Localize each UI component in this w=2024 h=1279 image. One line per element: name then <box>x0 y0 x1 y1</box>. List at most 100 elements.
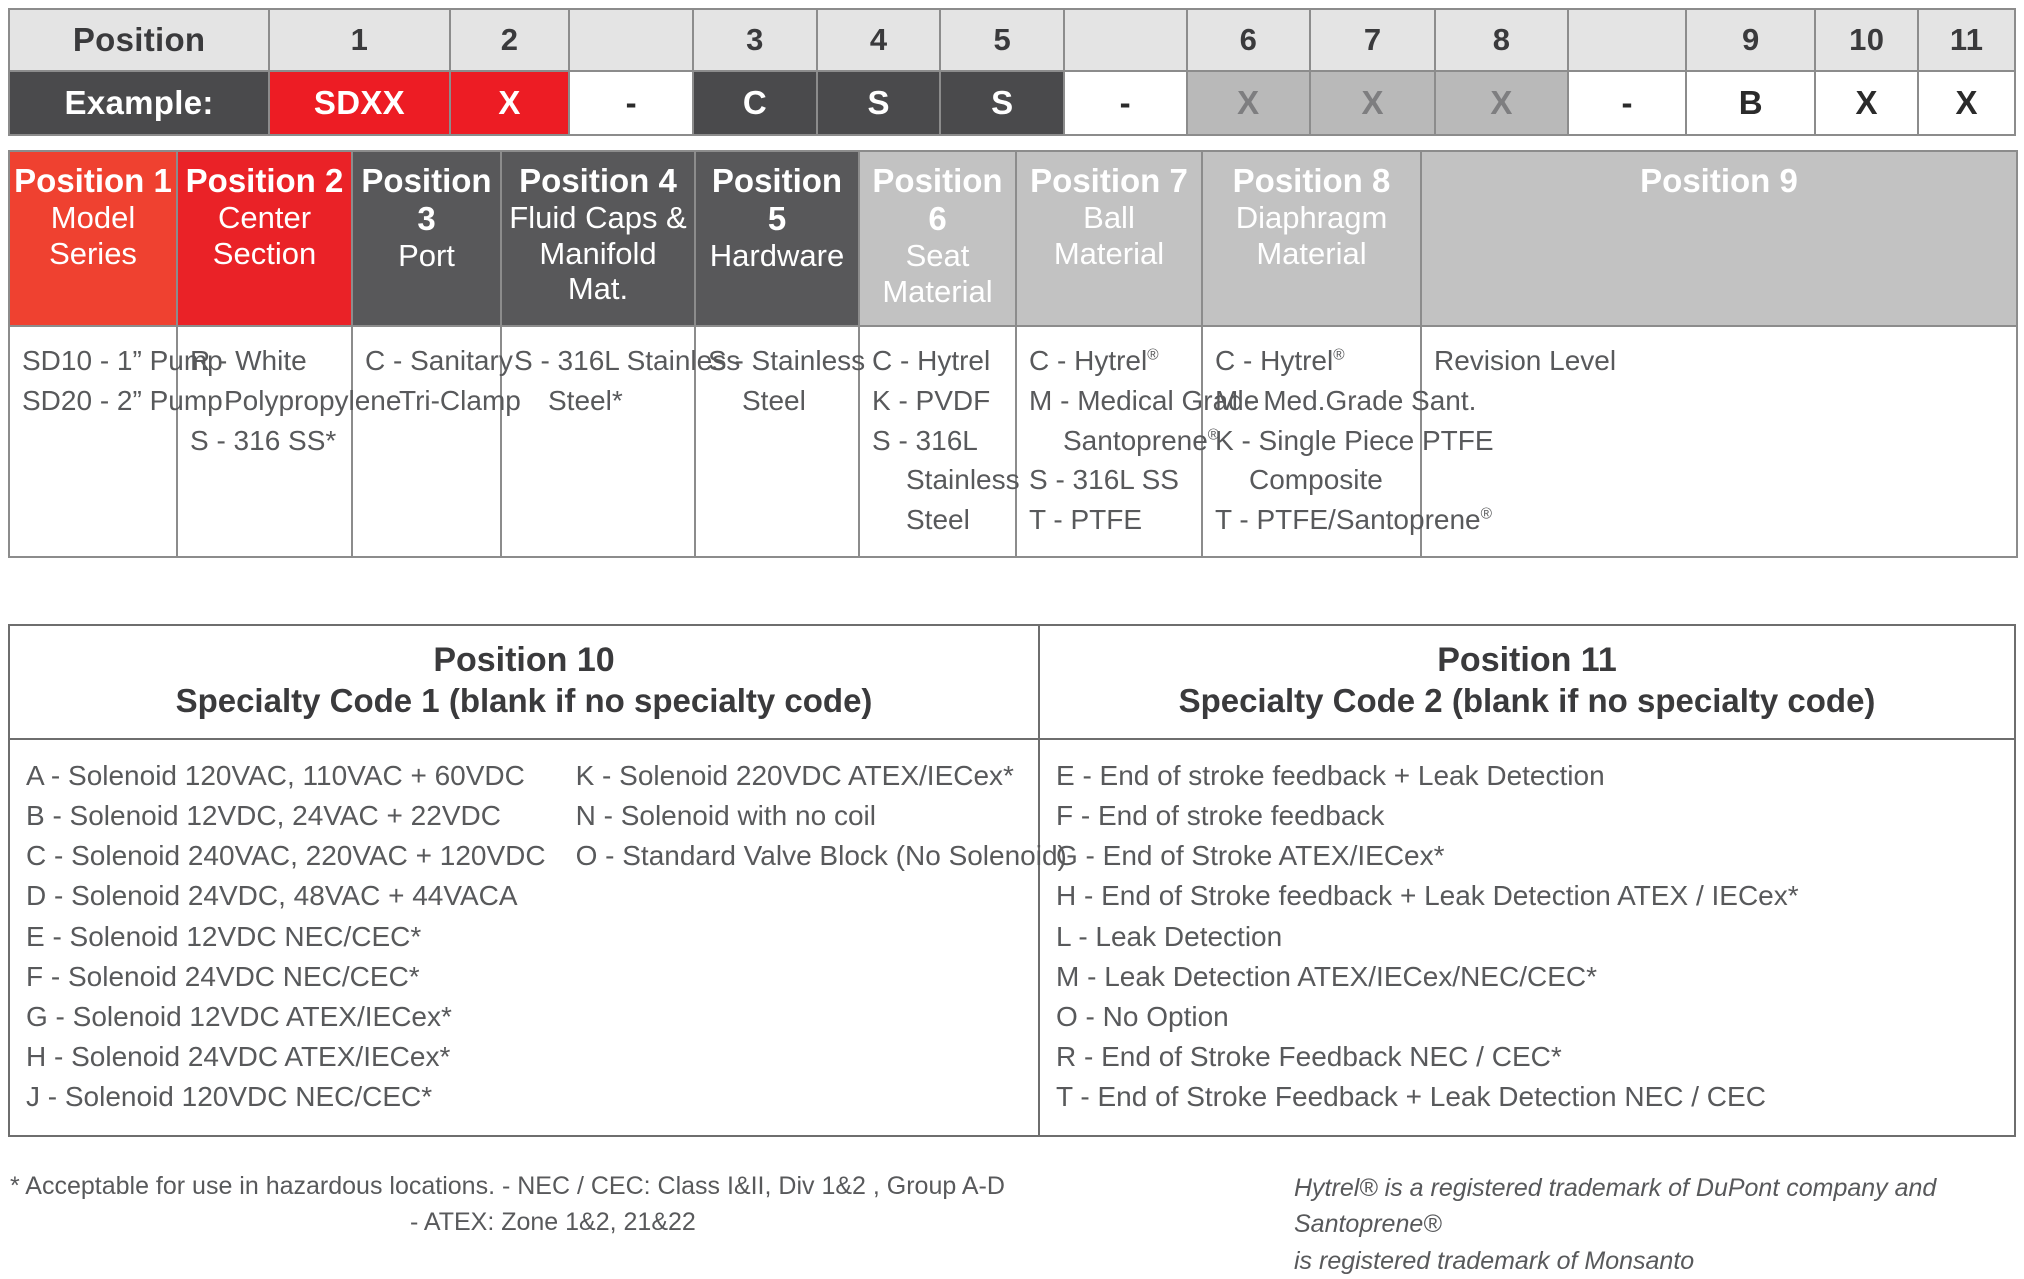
position-option-cell: R - White Polypropylene S - 316 SS* <box>176 325 401 558</box>
position-number-cell: 8 <box>1434 8 1569 72</box>
specialty-code-1-item: E - Solenoid 12VDC NEC/CEC* <box>26 920 422 952</box>
position-header-cell: Position 8 Diaphragm Material <box>1201 149 1422 328</box>
specialty-code-2-item: F - End of stroke feedback <box>1056 800 1385 832</box>
position-header-title: Position 5 <box>711 162 843 237</box>
position-header-cell: Position 6 Seat Material <box>858 149 1017 328</box>
example-code-cell: X <box>1309 70 1437 136</box>
specialty-code-1-item: A - Solenoid 120VAC, 110VAC + 60VDC <box>26 760 525 792</box>
position-header-subtitle: Section <box>212 235 317 271</box>
position-number-cell <box>568 8 695 72</box>
option-line: SD20 - 2” Pump <box>22 384 223 416</box>
position-option-cell: SD10 - 1” Pump SD20 - 2” Pump <box>8 325 223 558</box>
example-code-cell: S <box>939 70 1066 136</box>
position-number-cell <box>1063 8 1188 72</box>
option-line: Revision Level <box>1434 345 1617 377</box>
option-line: M - Medical Grade <box>1029 384 1260 416</box>
option-line: S - 316L SS <box>1029 464 1179 496</box>
position-number-cell <box>1566 8 1688 72</box>
position-header-cell: Position 5 Hardware <box>694 149 860 328</box>
example-row-label: Example: <box>7 70 271 136</box>
position-header-subtitle: Model <box>50 199 136 235</box>
option-line: M - Med.Grade Sant. <box>1215 384 1477 416</box>
option-line: S - 316L Stainless <box>514 345 741 377</box>
option-line: K - PVDF <box>872 384 991 416</box>
position-header-title: Position 6 <box>872 162 1003 237</box>
position-header-subtitle: Material <box>882 273 993 309</box>
specialty-code-1-item: N - Solenoid with no coil <box>575 800 876 832</box>
example-code-row: Example: SDXX X - C S S - X X X - B X X <box>7 70 2016 136</box>
position-header-row: Position 1 Model Series Position 2 Center Sec… <box>8 149 2018 328</box>
specialty-code-2-item: O - No Option <box>1056 1000 1229 1032</box>
position-number-row: Position 1 2 3 4 5 6 7 8 9 10 11 <box>7 8 2016 72</box>
position-header-cell: Position 7 Ball Material <box>1015 149 1203 328</box>
option-line: Steel <box>742 384 806 416</box>
position-number-cell: 3 <box>692 8 818 72</box>
position-options-row: SD10 - 1” Pump SD20 - 2” Pump R - White Pol… <box>8 325 2018 558</box>
position-row-label: Position <box>7 8 271 72</box>
position-header-title: Position 8 <box>1232 162 1391 199</box>
trademark-line-1: Hytrel® is a registered trademark of DuP… <box>1294 1174 1937 1239</box>
position-10-column-a: A - Solenoid 120VAC, 110VAC + 60VDC B - S… <box>26 756 546 1116</box>
position-11-options: E - End of stroke feedback + Leak Detect… <box>1038 738 2016 1137</box>
example-code-cell: X <box>1434 70 1569 136</box>
specialty-code-1-item: O - Standard Valve Block (No Solenoid) <box>575 840 1067 872</box>
option-line: Composite <box>1249 464 1383 496</box>
specialty-code-2-item: L - Leak Detection <box>1056 920 1283 952</box>
position-11-header: Position 11 Specialty Code 2 (blank if n… <box>1038 623 2016 741</box>
position-11-title: Position 11 <box>1437 641 1617 679</box>
position-option-cell: S - 316L Stainless Steel* <box>500 325 741 558</box>
specialty-code-table: Position 10 Specialty Code 1 (blank if n… <box>8 623 2016 1137</box>
position-number-cell: 5 <box>939 8 1066 72</box>
position-number-cell: 9 <box>1685 8 1817 72</box>
example-code-cell: - <box>1566 70 1688 136</box>
position-number-cell: 10 <box>1814 8 1920 72</box>
specialty-code-1-item: C - Solenoid 240VAC, 220VAC + 120VDC <box>26 840 546 872</box>
specialty-code-1-item: K - Solenoid 220VDC ATEX/IECex* <box>575 760 1014 792</box>
position-header-cell: Position 1 Model Series <box>8 149 178 328</box>
position-header-subtitle: Hardware <box>709 237 845 273</box>
position-header-subtitle: Seat <box>905 237 970 273</box>
registered-trademark-icon: ® <box>1480 505 1492 523</box>
specialty-code-2-item: R - End of Stroke Feedback NEC / CEC* <box>1056 1040 1562 1072</box>
position-header-cell: Position 3 Port <box>351 149 502 328</box>
specialty-code-1-item: J - Solenoid 120VDC NEC/CEC* <box>26 1080 433 1112</box>
trademark-line-2: is registered trademark of Monsanto <box>1294 1246 1695 1275</box>
pump-model-code-chart: Position 1 2 3 4 5 6 7 8 9 10 11 Example: SDXX X - C S… <box>0 0 2024 1275</box>
position-10-header: Position 10 Specialty Code 1 (blank if n… <box>8 623 1040 741</box>
example-code-cell: C <box>692 70 818 136</box>
position-10-column-b: K - Solenoid 220VDC ATEX/IECex* N - Solen… <box>576 756 1067 1116</box>
specialty-code-2-item: T - End of Stroke Feedback + Leak Detect… <box>1056 1080 1766 1112</box>
position-header-subtitle: Port <box>398 237 455 273</box>
position-10-title: Position 10 <box>433 641 615 679</box>
position-header-cell: Position 2 Center Section <box>176 149 353 328</box>
option-line: S - Stainless <box>708 345 866 377</box>
example-code-cell: X <box>1814 70 1920 136</box>
position-header-title: Position 4 <box>519 162 677 199</box>
position-11-column: E - End of stroke feedback + Leak Detect… <box>1056 756 2008 1116</box>
option-line: Stainless <box>906 464 1020 496</box>
specialty-code-1-item: H - Solenoid 24VDC ATEX/IECex* <box>26 1040 451 1072</box>
position-number-cell: 7 <box>1309 8 1437 72</box>
registered-trademark-icon: ® <box>1333 346 1345 364</box>
position-number-cell: 1 <box>268 8 451 72</box>
position-option-cell: C - Hytrel® M - Med.Grade Sant. K - Single… <box>1201 325 1494 558</box>
position-option-cell: C - Hytrel K - PVDF S - 316L Stainless Steel <box>858 325 1020 558</box>
position-header-subtitle: Center <box>217 199 312 235</box>
specialty-code-1-item: F - Solenoid 24VDC NEC/CEC* <box>26 960 420 992</box>
option-line: Santoprene® <box>1063 424 1220 456</box>
position-header-subtitle: Material <box>1053 235 1165 271</box>
position-header-subtitle: Series <box>49 235 137 271</box>
position-header-cell: Position 4 Fluid Caps & Manifold Mat. <box>500 149 696 328</box>
position-header-subtitle: Material <box>1256 235 1367 271</box>
specialty-code-1-item: D - Solenoid 24VDC, 48VAC + 44VACA <box>26 880 518 912</box>
example-code-cell: X <box>1917 70 2016 136</box>
option-line: K - Single Piece PTFE <box>1215 424 1494 456</box>
specialty-code-1-item: G - Solenoid 12VDC ATEX/IECex* <box>26 1000 452 1032</box>
position-number-cell: 2 <box>448 8 571 72</box>
hazardous-location-footnote: * Acceptable for use in hazardous locati… <box>10 1168 1005 1241</box>
option-line: Steel <box>906 504 970 536</box>
option-line: Steel* <box>548 384 623 416</box>
option-line: R - White <box>190 345 307 377</box>
position-header-title: Position 1 <box>14 162 172 199</box>
specialty-code-1-item: B - Solenoid 12VDC, 24VAC + 22VDC <box>26 800 501 832</box>
